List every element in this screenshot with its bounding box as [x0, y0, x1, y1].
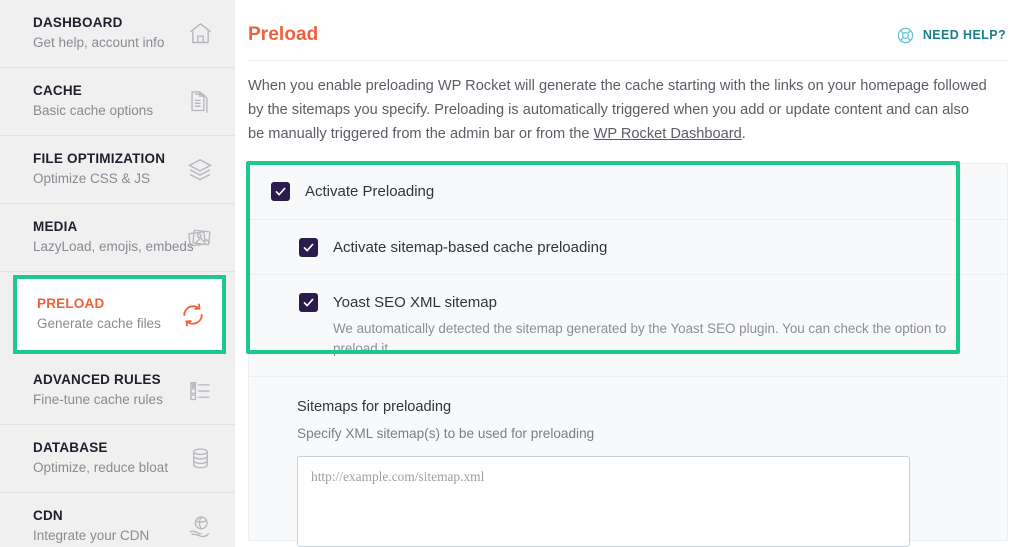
- sidebar-item-title: DATABASE: [33, 439, 108, 455]
- sidebar-item-cdn[interactable]: CDN Integrate your CDN: [0, 493, 235, 547]
- checkbox-line: Activate sitemap-based cache preloading: [299, 237, 987, 258]
- sidebar-item-text: FILE OPTIMIZATION Optimize CSS & JS: [33, 151, 183, 188]
- intro-paragraph: When you enable preloading WP Rocket wil…: [248, 61, 1008, 146]
- main-content: Preload NEED HELP? When you enable prelo…: [235, 0, 1024, 547]
- photos-icon: [183, 221, 217, 255]
- sidebar-item-text: PRELOAD Generate cache files: [37, 296, 176, 333]
- sidebar-item-text: DATABASE Optimize, reduce bloat: [33, 440, 183, 477]
- sidebar-item-media[interactable]: MEDIA LazyLoad, emojis, embeds: [0, 204, 235, 272]
- sidebar-item-file-optimization[interactable]: FILE OPTIMIZATION Optimize CSS & JS: [0, 136, 235, 204]
- sidebar-item-subtitle: Optimize CSS & JS: [33, 170, 151, 186]
- sidebar-item-cache[interactable]: CACHE Basic cache options: [0, 68, 235, 136]
- sidebar-item-subtitle: Optimize, reduce bloat: [33, 459, 169, 475]
- sidebar-item-subtitle: Get help, account info: [33, 34, 165, 50]
- home-icon: [183, 17, 217, 51]
- sitemaps-field-title: Sitemaps for preloading: [297, 399, 452, 416]
- sidebar-item-subtitle: Integrate your CDN: [33, 527, 150, 543]
- sidebar-item-title: MEDIA: [33, 218, 78, 234]
- checkbox-line: Yoast SEO XML sitemap: [299, 292, 987, 313]
- sidebar-item-database[interactable]: DATABASE Optimize, reduce bloat: [0, 425, 235, 493]
- lifebuoy-icon: [896, 26, 915, 45]
- sidebar-item-subtitle: Generate cache files: [37, 315, 161, 331]
- sidebar-item-text: CACHE Basic cache options: [33, 83, 183, 120]
- sidebar-item-dashboard[interactable]: DASHBOARD Get help, account info: [0, 0, 235, 68]
- sitemaps-textarea[interactable]: [297, 455, 910, 547]
- checklist-icon: [183, 374, 217, 408]
- page-title: Preload: [248, 24, 319, 45]
- sidebar-item-text: DASHBOARD Get help, account info: [33, 15, 183, 52]
- sidebar-item-title: PRELOAD: [37, 295, 105, 311]
- checkbox-line: Activate Preloading: [271, 181, 987, 202]
- option-row-activate-preloading: Activate Preloading: [249, 164, 1007, 219]
- yoast-sitemap-description: We automatically detected the sitemap ge…: [333, 320, 947, 356]
- refresh-cycle-icon: [176, 298, 210, 332]
- sidebar-item-title: DASHBOARD: [33, 14, 123, 30]
- database-icon: [183, 442, 217, 476]
- sidebar-item-text: ADVANCED RULES Fine-tune cache rules: [33, 372, 183, 409]
- page-header: Preload NEED HELP?: [248, 24, 1008, 46]
- yoast-sitemap-checkbox[interactable]: [299, 293, 318, 313]
- activate-preloading-checkbox[interactable]: [271, 182, 290, 202]
- cdn-globe-hand-icon: [183, 510, 217, 544]
- sidebar-item-subtitle: Basic cache options: [33, 102, 154, 118]
- sidebar: DASHBOARD Get help, account info CACHE B…: [0, 0, 235, 547]
- option-row-sitemap-based-preloading: Activate sitemap-based cache preloading: [249, 218, 1007, 275]
- sidebar-item-title: CDN: [33, 507, 63, 523]
- yoast-sitemap-label[interactable]: Yoast SEO XML sitemap: [333, 292, 497, 313]
- sidebar-item-title: CACHE: [33, 82, 83, 98]
- wp-rocket-settings-screen: DASHBOARD Get help, account info CACHE B…: [0, 0, 1024, 547]
- sidebar-item-subtitle: LazyLoad, emojis, embeds: [33, 238, 194, 254]
- sitemaps-field-subtitle: Specify XML sitemap(s) to be used for pr…: [297, 426, 595, 442]
- sidebar-item-advanced-rules[interactable]: ADVANCED RULES Fine-tune cache rules: [0, 357, 235, 425]
- sitemap-preloading-label[interactable]: Activate sitemap-based cache preloading: [333, 237, 607, 258]
- sitemaps-for-preloading-section: Sitemaps for preloading Specify XML site…: [249, 376, 1007, 547]
- documents-icon: [183, 85, 217, 119]
- sidebar-item-text: CDN Integrate your CDN: [33, 508, 183, 545]
- sitemap-preloading-checkbox[interactable]: [299, 237, 318, 257]
- need-help-label: NEED HELP?: [922, 28, 1006, 42]
- sidebar-item-title: ADVANCED RULES: [33, 371, 161, 387]
- sidebar-item-title: FILE OPTIMIZATION: [33, 150, 166, 166]
- option-row-yoast-sitemap: Yoast SEO XML sitemap We automatically d…: [249, 274, 1007, 376]
- layers-icon: [183, 153, 217, 187]
- preload-settings-card: Activate Preloading Activate sitemap-bas…: [246, 161, 1008, 547]
- activate-preloading-label[interactable]: Activate Preloading: [305, 181, 434, 202]
- intro-text-part2: .: [741, 125, 746, 142]
- wp-rocket-dashboard-link[interactable]: WP Rocket Dashboard: [594, 126, 742, 142]
- sidebar-item-subtitle: Fine-tune cache rules: [33, 391, 163, 407]
- sidebar-item-preload[interactable]: PRELOAD Generate cache files: [13, 275, 226, 354]
- sidebar-item-text: MEDIA LazyLoad, emojis, embeds: [33, 218, 194, 256]
- need-help-button[interactable]: NEED HELP?: [896, 26, 1006, 45]
